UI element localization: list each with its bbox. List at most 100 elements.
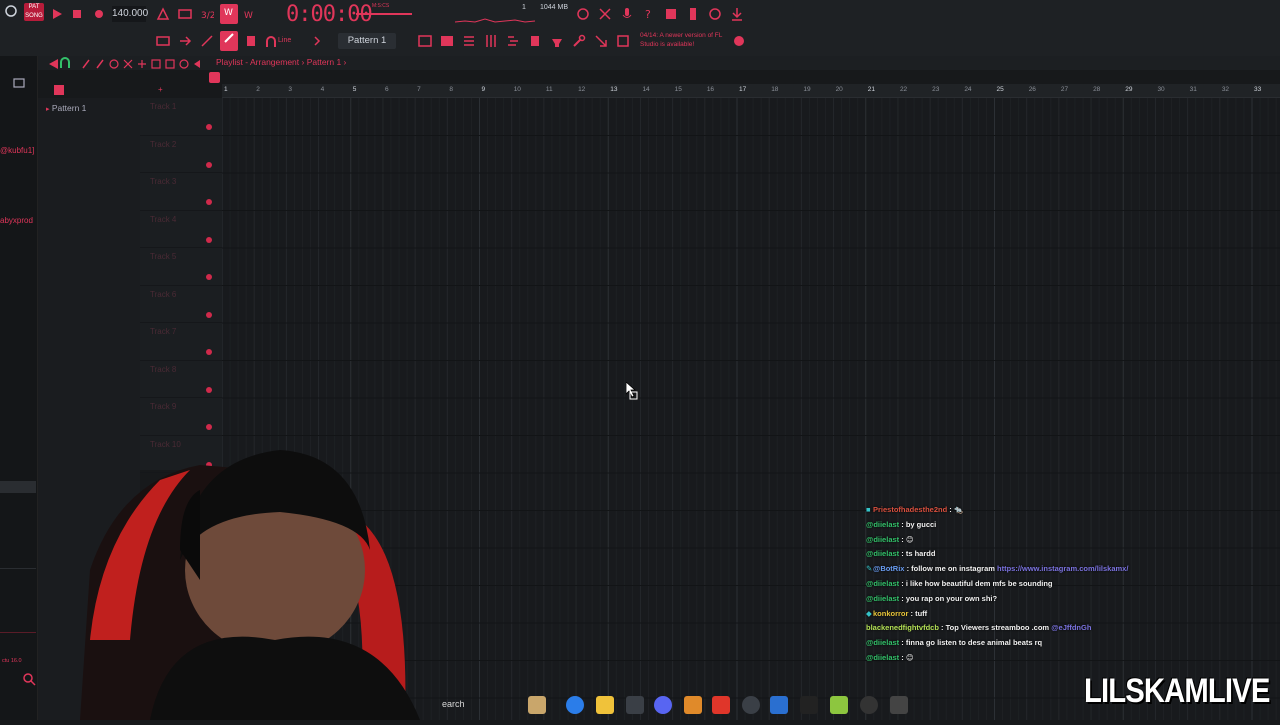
pattern-list-item[interactable]: ▸ Pattern 1 (46, 103, 86, 113)
arrow-right-icon[interactable] (178, 34, 192, 48)
steam-icon[interactable] (770, 696, 788, 714)
track-header[interactable]: Track 3 (140, 173, 222, 211)
tempo-display[interactable]: 140.000 (112, 6, 148, 22)
update-notice[interactable]: 04/14: A newer version of FL Studio is a… (640, 31, 730, 49)
pattern-selector[interactable]: Pattern 1 (338, 33, 396, 49)
bar-number: 12 (578, 86, 586, 93)
view-playlist-icon[interactable] (156, 34, 170, 48)
position-slider[interactable] (356, 13, 412, 15)
pat-song-toggle[interactable]: PAT SONG (24, 3, 44, 21)
record-icon[interactable] (92, 7, 106, 21)
chat-text: : Top Viewers streamboo .com (938, 623, 1052, 633)
wait-input-icon[interactable] (178, 7, 192, 21)
loop-record-icon[interactable]: W (220, 4, 238, 24)
tools-icon[interactable] (598, 7, 612, 21)
save-icon[interactable] (664, 7, 678, 21)
chat-link: https://www.instagram.com/lilskamx/ (997, 564, 1129, 574)
chat-text: : tuff (908, 608, 928, 618)
track-mute-led[interactable] (206, 386, 212, 393)
help-icon[interactable]: ? (642, 7, 656, 21)
chat-username: @diielast (866, 519, 900, 529)
track-header[interactable]: Track 1 (140, 98, 222, 136)
pencil-icon[interactable] (200, 34, 214, 48)
clipboard-icon[interactable] (528, 34, 542, 48)
chat-message: @diielast : 😊 (866, 533, 1196, 548)
pattern-expand-icon[interactable]: ▸ (46, 106, 50, 113)
download-icon[interactable] (730, 7, 744, 21)
playlist-breadcrumb[interactable]: Playlist - Arrangement › Pattern 1 › (216, 57, 346, 67)
fl-studio-icon[interactable] (684, 696, 702, 714)
blend-notes-icon[interactable]: W (244, 7, 258, 21)
track-mute-led[interactable] (206, 424, 212, 430)
piano-roll-icon[interactable] (440, 34, 454, 48)
discord-icon[interactable] (654, 696, 672, 714)
4k-icon[interactable] (860, 696, 878, 714)
track-mute-led[interactable] (206, 161, 212, 168)
microphone-icon[interactable] (620, 7, 634, 21)
app-icon[interactable] (800, 696, 818, 714)
channel-rack-icon[interactable] (462, 34, 476, 48)
bar-number: 5 (352, 86, 357, 93)
track-header[interactable]: Track 8 (140, 361, 222, 398)
fl-menu-icon[interactable] (4, 4, 18, 18)
chat-username: konkorror (873, 608, 909, 618)
playlist-tools[interactable] (80, 57, 205, 69)
stop-icon[interactable] (70, 7, 84, 21)
chat-message: ✎@BotRix : follow me on instagram https:… (866, 562, 1196, 577)
script-icon[interactable] (616, 34, 630, 48)
plugin-picker-icon[interactable] (686, 7, 700, 21)
browser-icon[interactable] (506, 34, 520, 48)
track-header[interactable]: Track 7 (140, 323, 222, 361)
taskbar-search[interactable]: earch (442, 699, 465, 709)
chevron-right-icon[interactable] (310, 34, 324, 48)
chat-username: @diielast (866, 638, 900, 648)
timeline-ruler[interactable]: 1 2 3 4 5 6 7 8 9 10 11 12 13 14 15 16 17 18 19 20 21 22 23 24 2… (222, 84, 1280, 98)
wrench-icon[interactable] (572, 34, 586, 48)
refresh-icon[interactable] (576, 7, 590, 21)
track-header[interactable]: Track 5 (140, 248, 222, 286)
browser-menu-icon[interactable] (12, 76, 25, 88)
pattern-list-icon[interactable] (52, 83, 64, 95)
plug-icon[interactable] (550, 34, 564, 48)
arrow-left-icon[interactable] (46, 57, 58, 69)
stamp-icon[interactable] (244, 34, 258, 48)
bar-number: 13 (610, 86, 618, 93)
snap-selector[interactable]: Line (278, 37, 291, 44)
piano-mini-icon[interactable] (209, 72, 220, 83)
search-icon[interactable] (22, 672, 36, 686)
track-header[interactable]: Track 9 (140, 398, 222, 436)
magnet-icon[interactable] (264, 35, 278, 49)
bluestacks-icon[interactable] (830, 696, 848, 714)
widgets-icon[interactable] (528, 696, 546, 714)
store-icon[interactable] (626, 696, 644, 714)
mixer-icon[interactable] (484, 34, 498, 48)
track-mute-led[interactable] (206, 274, 212, 280)
track-mute-led[interactable] (206, 199, 212, 205)
capcut-icon[interactable] (890, 696, 908, 714)
obs-icon[interactable] (742, 696, 760, 714)
arrow-icon[interactable] (594, 34, 608, 48)
fl-logo-icon[interactable] (732, 34, 746, 48)
link-icon[interactable] (220, 31, 238, 51)
track-mute-led[interactable] (206, 311, 212, 318)
track-header[interactable]: Track 4 (140, 211, 222, 248)
track-mute-led[interactable] (206, 236, 212, 243)
bar-number: 20 (835, 86, 843, 93)
countdown-icon[interactable]: 3/2 (200, 7, 215, 21)
track-mute-led[interactable] (206, 124, 212, 130)
snap-magnet-icon[interactable] (58, 56, 70, 68)
copilot-icon[interactable] (566, 696, 584, 714)
time-format-label: M:S:CS (372, 3, 390, 9)
play-icon[interactable] (50, 7, 64, 21)
metronome-icon[interactable] (156, 7, 170, 21)
file-explorer-icon[interactable] (596, 696, 614, 714)
track-mute-led[interactable] (206, 349, 212, 355)
cpu-meter: 1 (522, 4, 526, 11)
track-header[interactable]: Track 6 (140, 286, 222, 323)
track-header[interactable]: Track 2 (140, 136, 222, 173)
playlist-window-icon[interactable] (418, 34, 432, 48)
chat-icon[interactable] (708, 7, 722, 21)
add-track-icon[interactable]: + (158, 85, 163, 94)
browser-scroll-thumb[interactable] (0, 481, 36, 493)
brave-icon[interactable] (712, 696, 730, 714)
